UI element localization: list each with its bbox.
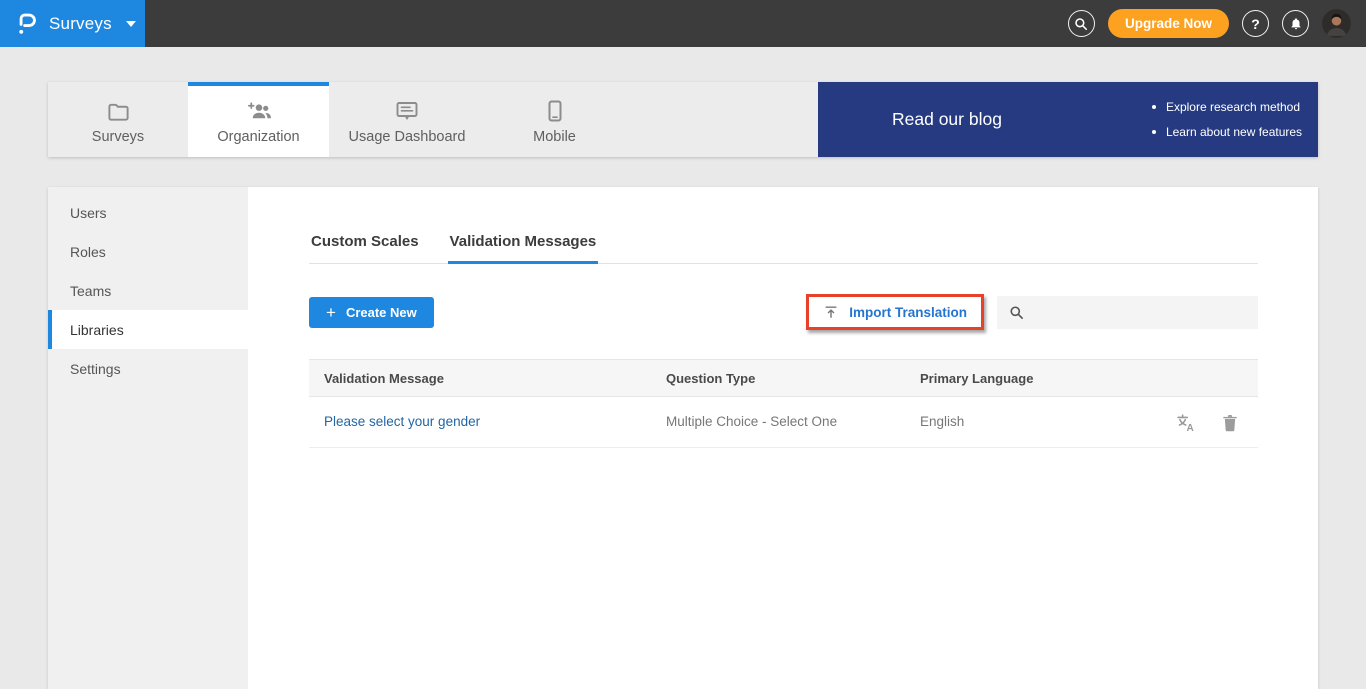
tab-mobile[interactable]: Mobile	[485, 82, 624, 157]
nav-row: Surveys Organization	[48, 82, 1318, 157]
sidebar: Users Roles Teams Libraries Settings	[48, 187, 248, 689]
import-translation-button[interactable]: Import Translation	[809, 297, 981, 327]
topbar-actions: Upgrade Now ?	[1068, 9, 1366, 38]
primary-language-cell: English	[920, 414, 964, 429]
search-button[interactable]	[1068, 10, 1095, 37]
toolbar: + Create New	[309, 294, 1258, 330]
tab-label: Organization	[217, 129, 299, 145]
banner-bullet: Learn about new features	[1152, 120, 1302, 145]
sidebar-item-settings[interactable]: Settings	[48, 349, 248, 388]
tab-label: Mobile	[533, 129, 576, 145]
library-tabs: Custom Scales Validation Messages	[309, 233, 1258, 264]
dashboard-icon	[395, 98, 419, 122]
plus-icon: +	[326, 304, 336, 321]
validation-message-link[interactable]: Please select your gender	[324, 414, 480, 429]
sidebar-item-roles[interactable]: Roles	[48, 232, 248, 271]
upload-icon	[823, 304, 839, 320]
sidebar-item-libraries[interactable]: Libraries	[48, 310, 248, 349]
translate-icon[interactable]: A	[1175, 412, 1196, 433]
product-switcher-label: Surveys	[49, 14, 112, 34]
search-input[interactable]	[1032, 305, 1258, 320]
svg-text:A: A	[1187, 422, 1194, 432]
main-card: Users Roles Teams Libraries Settings Cus…	[48, 187, 1318, 689]
chevron-down-icon	[126, 21, 136, 27]
sidebar-item-users[interactable]: Users	[48, 193, 248, 232]
avatar[interactable]	[1322, 9, 1351, 38]
create-new-button[interactable]: + Create New	[309, 297, 434, 328]
search-icon	[1074, 17, 1088, 31]
table-row: Please select your gender Multiple Choic…	[309, 397, 1258, 448]
topbar: Surveys Upgrade Now ?	[0, 0, 1366, 47]
banner-title: Read our blog	[892, 109, 1002, 130]
tab-usage-dashboard[interactable]: Usage Dashboard	[329, 82, 485, 157]
banner-bullet: Explore research method	[1152, 95, 1302, 120]
search-icon	[1009, 305, 1024, 320]
toolbar-right: Import Translation	[806, 294, 1258, 330]
trash-icon[interactable]	[1222, 413, 1238, 432]
questionpro-logo-icon	[16, 10, 38, 37]
tab-label: Surveys	[92, 129, 144, 145]
sidebar-item-teams[interactable]: Teams	[48, 271, 248, 310]
create-new-label: Create New	[346, 305, 417, 320]
row-actions: A	[1175, 412, 1258, 433]
bell-icon	[1289, 16, 1303, 31]
question-type-cell: Multiple Choice - Select One	[666, 414, 837, 429]
annotation-highlight-box: Import Translation	[806, 294, 984, 330]
tab-surveys[interactable]: Surveys	[48, 82, 188, 157]
notifications-button[interactable]	[1282, 10, 1309, 37]
blog-banner[interactable]: Read our blog Explore research method Le…	[818, 82, 1318, 157]
column-header-validation-message: Validation Message	[309, 371, 666, 386]
folder-icon	[107, 98, 130, 122]
upgrade-now-button[interactable]: Upgrade Now	[1108, 9, 1229, 38]
mobile-icon	[548, 98, 562, 122]
column-header-primary-language: Primary Language	[920, 371, 1238, 386]
validation-messages-table: Validation Message Question Type Primary…	[309, 359, 1258, 448]
tab-organization[interactable]: Organization	[188, 82, 329, 157]
add-people-icon	[245, 98, 272, 122]
banner-bullet-list: Explore research method Learn about new …	[1152, 95, 1302, 145]
column-header-question-type: Question Type	[666, 371, 920, 386]
table-header-row: Validation Message Question Type Primary…	[309, 359, 1258, 397]
table-search-box	[997, 296, 1258, 329]
import-translation-label: Import Translation	[849, 305, 967, 320]
content-area: Custom Scales Validation Messages + Crea…	[248, 187, 1318, 689]
tab-custom-scales[interactable]: Custom Scales	[309, 233, 421, 263]
tab-validation-messages[interactable]: Validation Messages	[448, 233, 599, 263]
help-icon: ?	[1251, 16, 1260, 32]
help-button[interactable]: ?	[1242, 10, 1269, 37]
module-tab-strip: Surveys Organization	[48, 82, 818, 157]
tab-label: Usage Dashboard	[349, 129, 466, 145]
app-menu-button[interactable]: Surveys	[0, 0, 145, 47]
